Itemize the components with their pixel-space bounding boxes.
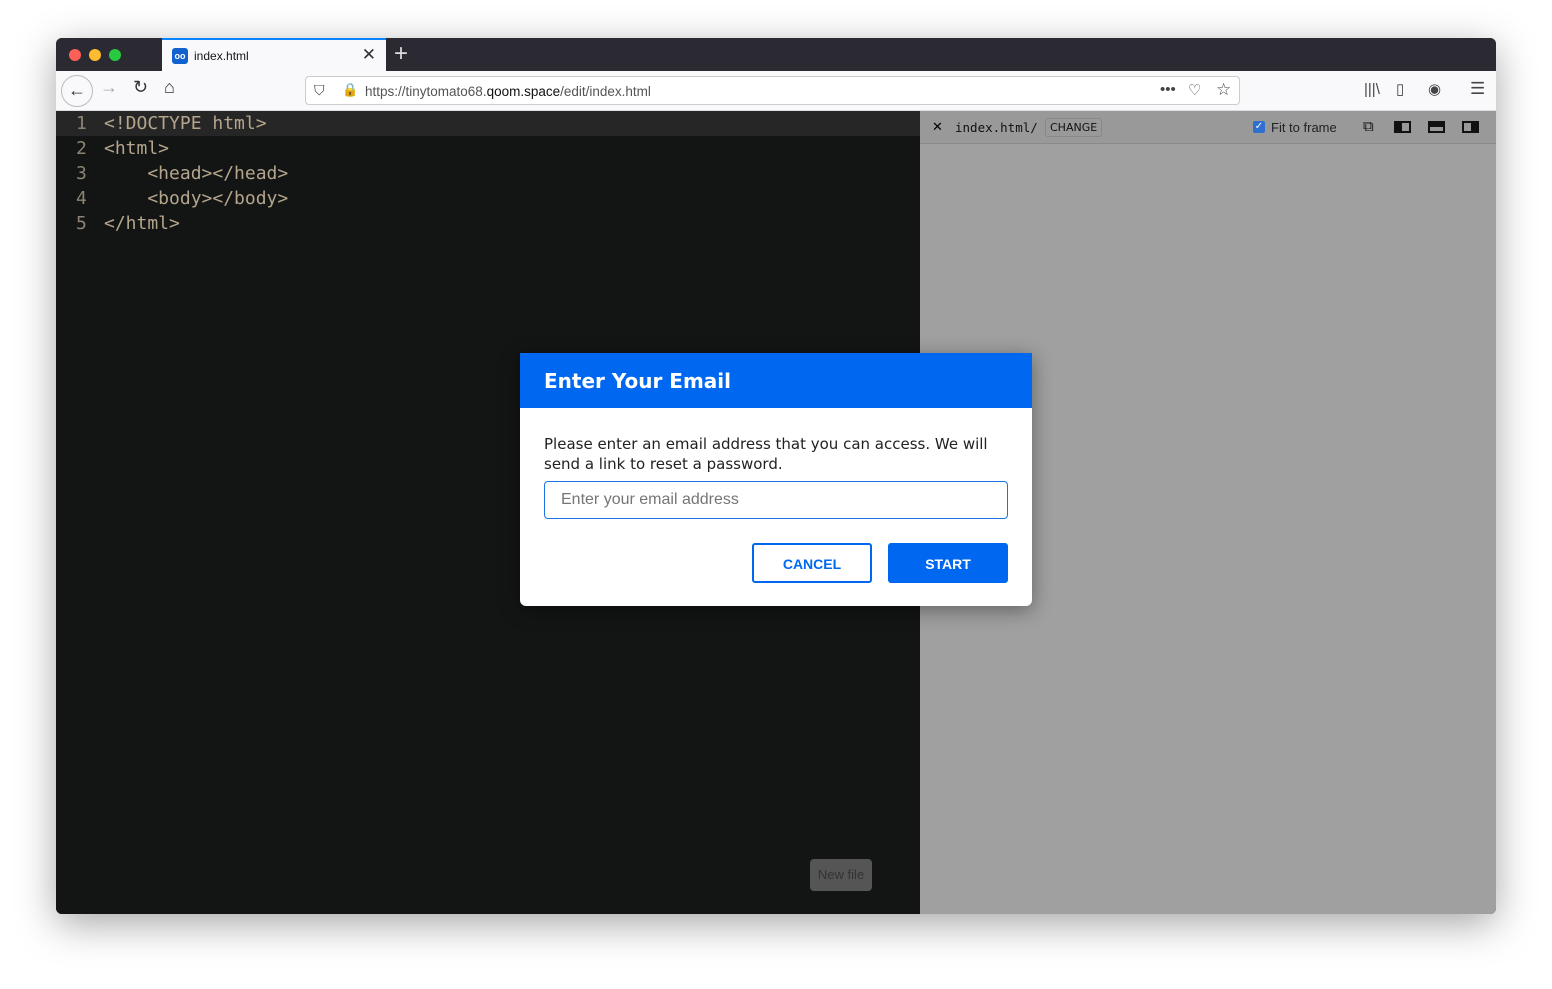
code-line[interactable]: 2 <html> <box>56 136 920 161</box>
bookmark-star-icon[interactable]: ☆ <box>1216 80 1231 100</box>
sidebar-icon[interactable]: ▯ <box>1396 80 1404 98</box>
lock-icon[interactable]: 🔒 <box>342 82 358 98</box>
account-icon[interactable]: ◉ <box>1428 80 1441 98</box>
layout-right-icon[interactable] <box>1462 121 1479 133</box>
code-line[interactable]: 1 <!DOCTYPE html> <box>56 111 920 136</box>
line-number: 5 <box>76 213 87 234</box>
dialog-message: Please enter an email address that you c… <box>544 435 988 473</box>
line-number: 1 <box>76 113 87 134</box>
tab-title: index.html <box>194 49 249 63</box>
line-number: 2 <box>76 138 87 159</box>
url-domain: qoom.space <box>486 84 561 99</box>
pocket-icon[interactable]: ♡ <box>1188 81 1201 99</box>
shield-icon[interactable]: ⛉ <box>314 82 325 99</box>
tab-index-html[interactable]: oo index.html ✕ <box>162 38 386 71</box>
code-line[interactable]: 5 </html> <box>56 211 920 236</box>
fit-to-frame-label: Fit to frame <box>1271 120 1337 135</box>
maximize-window-button[interactable] <box>109 49 121 61</box>
qoom-favicon-icon: oo <box>172 48 188 64</box>
menu-icon[interactable]: ☰ <box>1470 79 1485 99</box>
code-text: </html> <box>104 213 180 234</box>
home-button[interactable]: ⌂ <box>164 77 175 98</box>
close-window-button[interactable] <box>69 49 81 61</box>
layout-top-icon[interactable] <box>1428 121 1445 133</box>
url-path: /edit/index.html <box>560 84 651 99</box>
minimize-window-button[interactable] <box>89 49 101 61</box>
forward-button[interactable]: → <box>100 77 118 98</box>
dialog-title: Enter Your Email <box>520 353 1032 408</box>
reload-button[interactable]: ↻ <box>133 77 148 98</box>
new-file-button[interactable]: New file <box>810 859 872 891</box>
start-button[interactable]: START <box>888 543 1008 583</box>
line-number: 4 <box>76 188 87 209</box>
code-text: <!DOCTYPE html> <box>104 113 267 134</box>
url-prefix: https://tinytomato68. <box>365 84 487 99</box>
fit-to-frame-checkbox[interactable]: ✓ <box>1253 121 1265 133</box>
preview-path: index.html/ <box>955 120 1038 135</box>
back-button[interactable]: ← <box>61 75 93 107</box>
code-text: <head></head> <box>104 163 289 184</box>
layout-left-icon[interactable] <box>1394 121 1411 133</box>
new-tab-button[interactable]: + <box>394 40 408 68</box>
url-bar[interactable]: ⛉ 🔒 https://tinytomato68.qoom.space/edit… <box>305 76 1240 105</box>
email-input[interactable] <box>544 481 1008 519</box>
tab-bar: oo index.html ✕ + <box>56 38 1496 71</box>
url-text[interactable]: https://tinytomato68.qoom.space/edit/ind… <box>365 84 651 99</box>
code-text: <body></body> <box>104 188 289 209</box>
nav-toolbar: ← → ↻ ⌂ ⛉ 🔒 https://tinytomato68.qoom.sp… <box>56 71 1496 111</box>
close-preview-icon[interactable]: ✕ <box>932 119 943 135</box>
close-tab-icon[interactable]: ✕ <box>362 45 376 65</box>
code-text: <html> <box>104 138 170 159</box>
code-line[interactable]: 4 <body></body> <box>56 186 920 211</box>
popout-icon[interactable]: ⧉ <box>1363 118 1374 135</box>
change-button[interactable]: CHANGE <box>1045 118 1103 137</box>
cancel-button[interactable]: CANCEL <box>752 543 872 583</box>
preview-header: ✕ index.html/ CHANGE ✓ Fit to frame ⧉ <box>920 111 1496 144</box>
library-icon[interactable]: |||\ <box>1364 81 1380 98</box>
email-dialog: Enter Your Email Please enter an email a… <box>520 353 1032 606</box>
more-actions-icon[interactable]: ••• <box>1160 81 1176 98</box>
code-line[interactable]: 3 <head></head> <box>56 161 920 186</box>
line-number: 3 <box>76 163 87 184</box>
